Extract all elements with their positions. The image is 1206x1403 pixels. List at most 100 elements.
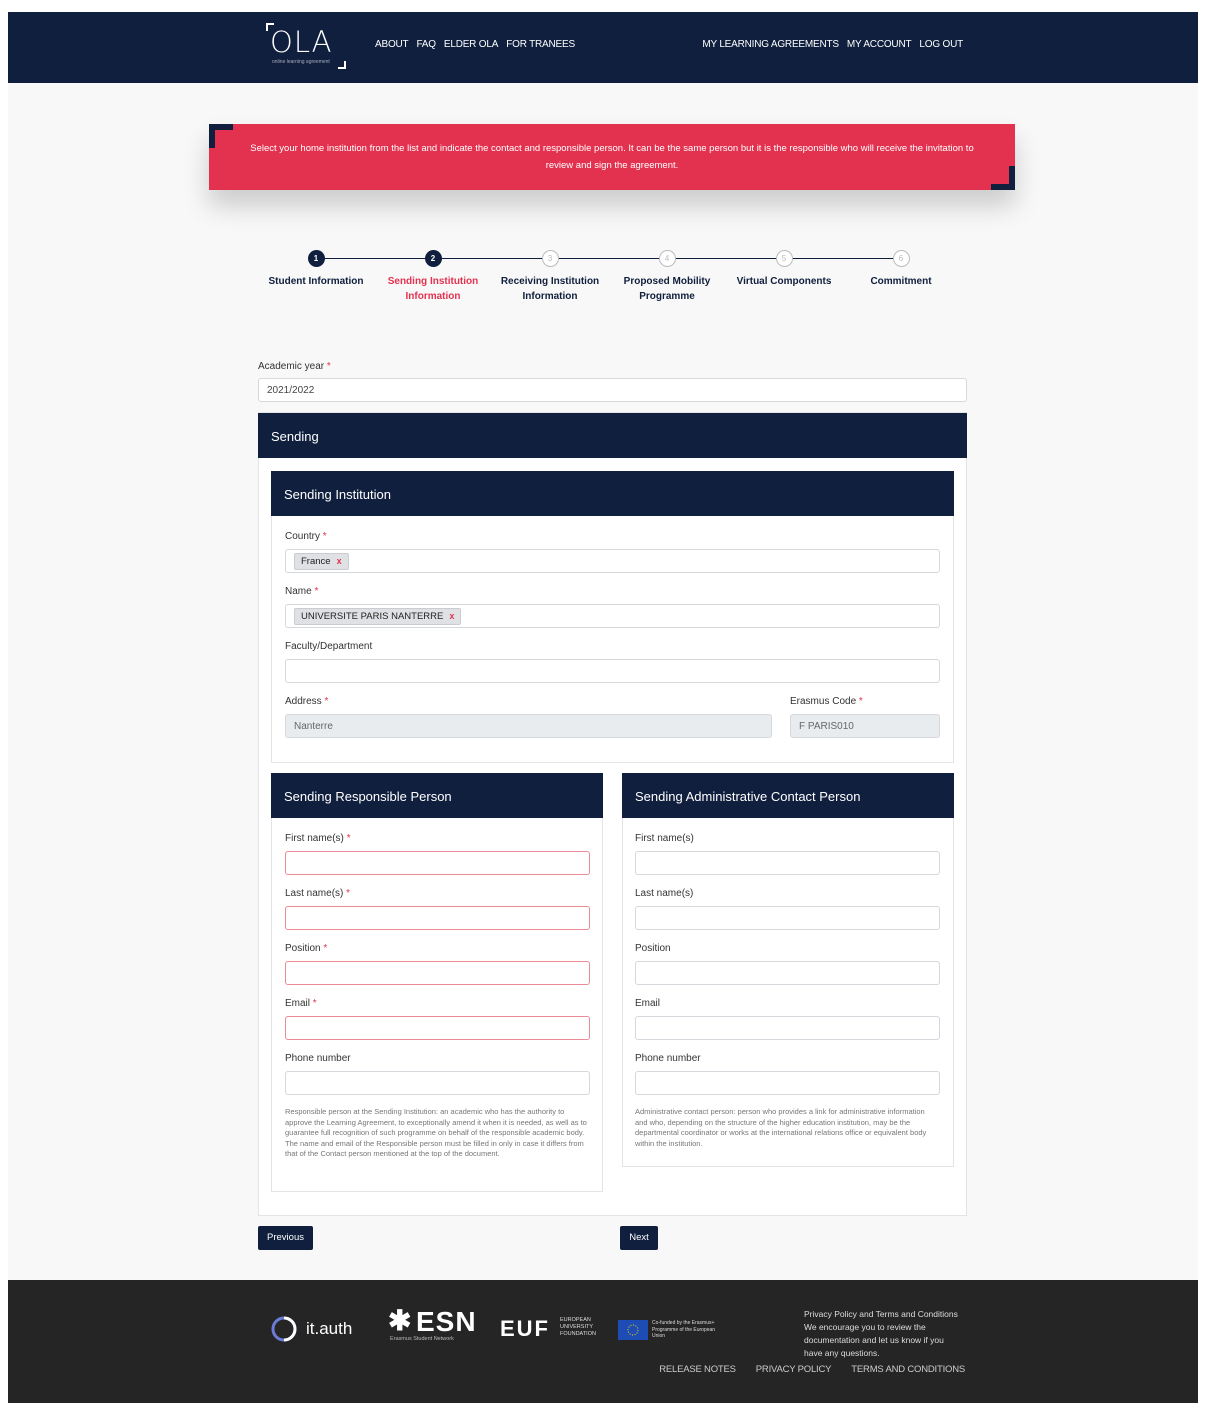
country-select[interactable]: France x xyxy=(285,549,940,573)
name-label-text: Name xyxy=(285,586,312,597)
step-3[interactable]: 3 Receiving Institution Information xyxy=(492,250,608,304)
resp-position-label-text: Position xyxy=(285,943,321,954)
sending-title: Sending xyxy=(271,429,319,444)
progress-stepper: 1 Student Information 2 Sending Institut… xyxy=(258,250,966,320)
footer-text-line: documentation and let us know if you xyxy=(804,1335,944,1345)
contact-phone-input[interactable] xyxy=(635,1071,940,1095)
resp-last-name-label: Last name(s) * xyxy=(285,888,350,899)
instruction-banner: Select your home institution from the li… xyxy=(209,124,1015,190)
resp-phone-label: Phone number xyxy=(285,1053,351,1064)
privacy-policy-link[interactable]: PRIVACY POLICY xyxy=(756,1364,832,1375)
release-notes-link[interactable]: RELEASE NOTES xyxy=(659,1364,736,1375)
academic-year-field[interactable]: 2021/2022 xyxy=(258,378,967,402)
contact-first-name-input[interactable] xyxy=(635,851,940,875)
step-1[interactable]: 1 Student Information xyxy=(258,250,374,289)
step-label: Student Information xyxy=(268,276,364,287)
ola-logo[interactable]: OLA online learning agreement xyxy=(266,23,346,69)
footer-links: RELEASE NOTES PRIVACY POLICY TERMS AND C… xyxy=(659,1364,965,1375)
step-2[interactable]: 2 Sending Institution Information xyxy=(375,250,491,304)
nav-for-trainees[interactable]: FOR TRANEES xyxy=(506,39,575,50)
required-mark: * xyxy=(346,833,351,844)
euf-subtext: EUROPEAN UNIVERSITY FOUNDATION xyxy=(560,1317,596,1337)
page: OLA online learning agreement ABOUT FAQ … xyxy=(8,12,1198,1403)
step-number: 4 xyxy=(658,250,676,267)
step-label: Receiving Institution Information xyxy=(500,276,600,302)
country-chip: France x xyxy=(294,553,349,570)
academic-year-label: Academic year * xyxy=(258,361,331,372)
required-mark: * xyxy=(324,696,329,707)
nav-about[interactable]: ABOUT xyxy=(375,39,409,50)
academic-year-label-text: Academic year xyxy=(258,361,325,372)
contact-title: Sending Administrative Contact Person xyxy=(635,789,861,804)
resp-first-name-label-text: First name(s) xyxy=(285,833,344,844)
itauth-circle-icon xyxy=(271,1316,297,1342)
contact-first-name-label: First name(s) xyxy=(635,833,694,844)
responsible-header: Sending Responsible Person xyxy=(271,773,603,818)
step-4[interactable]: 4 Proposed Mobility Programme xyxy=(609,250,725,304)
country-chip-text: France xyxy=(301,556,331,567)
required-mark: * xyxy=(312,998,317,1009)
nav-left-links: ABOUT FAQ ELDER OLA FOR TRANEES xyxy=(375,39,575,50)
required-mark: * xyxy=(323,943,328,954)
remove-icon[interactable]: x xyxy=(337,556,342,566)
remove-icon[interactable]: x xyxy=(449,611,454,621)
institution-name-select[interactable]: UNIVERSITE PARIS NANTERRE x xyxy=(285,604,940,628)
top-navbar: OLA online learning agreement ABOUT FAQ … xyxy=(8,12,1198,83)
contact-note: Administrative contact person: person wh… xyxy=(635,1107,927,1148)
nav-my-learning-agreements[interactable]: MY LEARNING AGREEMENTS xyxy=(702,39,839,50)
name-label: Name * xyxy=(285,586,318,597)
resp-email-input[interactable] xyxy=(285,1016,590,1040)
previous-button[interactable]: Previous xyxy=(258,1226,313,1250)
footer-text-line: have any questions. xyxy=(804,1348,880,1358)
required-mark: * xyxy=(322,531,327,542)
next-button[interactable]: Next xyxy=(620,1226,658,1250)
responsible-note: Responsible person at the Sending Instit… xyxy=(285,1107,587,1158)
resp-position-input[interactable] xyxy=(285,961,590,985)
faculty-label: Faculty/Department xyxy=(285,641,373,652)
banner-corner-top xyxy=(209,124,233,148)
institution-chip: UNIVERSITE PARIS NANTERRE x xyxy=(294,608,462,625)
resp-first-name-input[interactable] xyxy=(285,851,590,875)
address-label-text: Address xyxy=(285,696,322,707)
contact-last-name-input[interactable] xyxy=(635,906,940,930)
step-label: Sending Institution Information xyxy=(387,276,479,302)
step-number: 2 xyxy=(424,250,442,267)
required-mark: * xyxy=(858,696,863,707)
eu-cofunded-logo[interactable]: Co-funded by the Erasmus+ Programme of t… xyxy=(618,1320,728,1342)
eu-subtext: Co-funded by the Erasmus+ Programme of t… xyxy=(652,1320,716,1339)
nav-faq[interactable]: FAQ xyxy=(416,39,436,50)
country-label: Country * xyxy=(285,531,327,542)
contact-email-label: Email xyxy=(635,998,661,1009)
contact-phone-label: Phone number xyxy=(635,1053,701,1064)
itauth-logo[interactable]: it.auth xyxy=(270,1315,365,1343)
erasmus-code-field: F PARIS010 xyxy=(790,714,940,738)
contact-position-label: Position xyxy=(635,943,671,954)
resp-phone-input[interactable] xyxy=(285,1071,590,1095)
resp-email-label-text: Email xyxy=(285,998,311,1009)
responsible-title: Sending Responsible Person xyxy=(284,789,452,804)
nav-right-links: MY LEARNING AGREEMENTS MY ACCOUNT LOG OU… xyxy=(702,39,963,50)
step-number: 1 xyxy=(307,250,325,267)
nav-my-account[interactable]: MY ACCOUNT xyxy=(847,39,912,50)
step-6[interactable]: 6 Commitment xyxy=(843,250,959,289)
resp-email-label: Email * xyxy=(285,998,317,1009)
resp-last-name-input[interactable] xyxy=(285,906,590,930)
contact-last-name-label: Last name(s) xyxy=(635,888,694,899)
erasmus-code-label: Erasmus Code * xyxy=(790,696,863,707)
contact-email-input[interactable] xyxy=(635,1016,940,1040)
nav-log-out[interactable]: LOG OUT xyxy=(919,39,963,50)
address-label: Address * xyxy=(285,696,328,707)
faculty-field[interactable] xyxy=(285,659,940,683)
resp-first-name-label: First name(s) * xyxy=(285,833,351,844)
step-5[interactable]: 5 Virtual Components xyxy=(726,250,842,289)
address-field: Nanterre xyxy=(285,714,772,738)
footer: it.auth ✱ ESN Erasmus Student Network EU… xyxy=(8,1280,1198,1403)
nav-elder-ola[interactable]: ELDER OLA xyxy=(444,39,499,50)
euf-logo[interactable]: EUF EUROPEAN UNIVERSITY FOUNDATION xyxy=(500,1316,610,1341)
esn-logo[interactable]: ✱ ESN Erasmus Student Network xyxy=(388,1305,488,1348)
contact-position-input[interactable] xyxy=(635,961,940,985)
logo-text: OLA xyxy=(270,25,333,59)
esn-text: ESN xyxy=(416,1306,477,1337)
terms-link[interactable]: TERMS AND CONDITIONS xyxy=(851,1364,965,1375)
step-label: Proposed Mobility Programme xyxy=(623,276,711,302)
